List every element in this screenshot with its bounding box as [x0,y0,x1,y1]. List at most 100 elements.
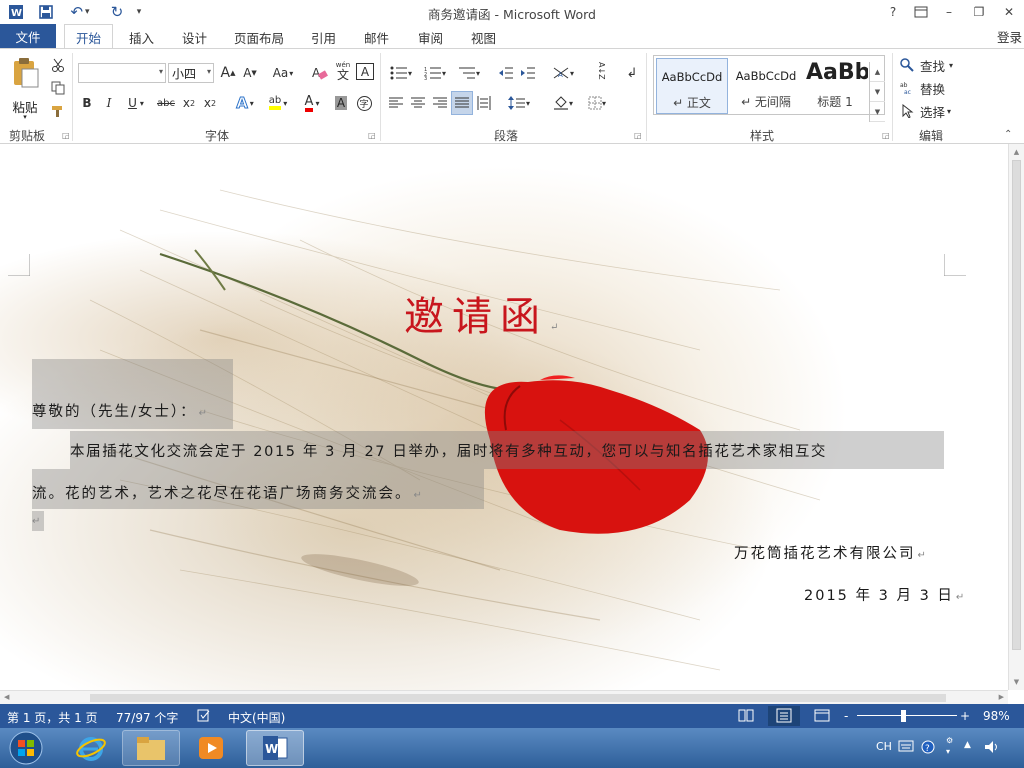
underline-button[interactable]: U ▾ [122,93,150,113]
character-shading-button[interactable]: A [332,93,350,113]
superscript-button[interactable]: x2 [201,93,219,113]
style-no-spacing[interactable]: AaBbCcDd ↵ 无间隔 [730,58,802,114]
copy-button[interactable] [48,78,68,98]
decrease-indent-button[interactable] [496,63,516,83]
zoom-level[interactable]: 98% [983,709,1010,723]
align-left-button[interactable] [386,93,406,113]
increase-indent-button[interactable] [518,63,538,83]
minimize-button[interactable]: – [936,2,962,22]
show-hidden-icons-icon[interactable]: ▲ [964,740,971,750]
distributed-button[interactable] [474,93,494,113]
phonetic-guide-button[interactable]: wén 文 [333,61,353,81]
volume-icon[interactable] [984,740,1000,757]
strikethrough-button[interactable]: abc [154,93,178,113]
zoom-slider[interactable] [857,715,957,716]
grow-font-button[interactable]: A ▲ [218,63,238,83]
scroll-left-icon[interactable]: ◀ [4,693,9,701]
language-indicator[interactable]: 中文(中国) [228,709,285,726]
tab-file[interactable]: 文件 [0,24,56,48]
tab-design[interactable]: 设计 [182,28,207,47]
borders-button[interactable]: ▾ [582,93,612,113]
line-spacing-button[interactable]: ▾ [504,93,534,113]
document-area[interactable]: 邀请函 ↵ 尊敬的（先生/女士）： ↵ 本届插花文化交流会定于 2015 年 3 月… [0,144,1024,704]
word-taskbar-button[interactable]: W [246,730,304,766]
media-player-taskbar-button[interactable] [182,730,240,766]
cut-button[interactable] [48,55,68,75]
highlight-button[interactable]: ab ▾ [262,93,294,113]
text-effects-button[interactable]: A ▾ [230,93,260,113]
styles-launcher-icon[interactable]: ◲ [882,131,890,140]
italic-button[interactable]: I [100,93,118,113]
scroll-right-icon[interactable]: ▶ [999,693,1004,701]
ime-indicator[interactable]: CH [876,740,892,753]
replace-button[interactable]: ab ac 替换 [900,78,964,98]
close-button[interactable]: ✕ [996,2,1022,22]
font-launcher-icon[interactable]: ◲ [368,131,376,140]
tab-insert[interactable]: 插入 [129,28,154,47]
page-count[interactable]: 第 1 页，共 1 页 [7,709,98,726]
web-layout-icon[interactable] [814,709,830,725]
clipboard-launcher-icon[interactable]: ◲ [62,131,70,140]
enclose-characters-button[interactable]: 字 [354,93,374,113]
multilevel-list-button[interactable]: ▾ [454,63,484,83]
font-name-combo[interactable]: ▾ [78,63,166,83]
find-button[interactable]: 查找 ▾ [900,55,964,75]
style-normal[interactable]: AaBbCcDd ↵ 正文 [656,58,728,114]
tab-mailings[interactable]: 邮件 [364,28,389,47]
scroll-down-icon[interactable]: ▼ [1009,678,1024,686]
sign-in-link[interactable]: 登录 [997,27,1022,46]
align-right-button[interactable] [430,93,450,113]
zoom-slider-thumb[interactable] [900,710,906,722]
show-hide-marks-button[interactable]: ↲ [622,63,642,83]
chevron-up-icon[interactable]: ▲ [870,62,885,82]
print-layout-icon[interactable] [768,706,800,726]
ribbon-display-options-icon[interactable] [908,2,934,22]
tab-page-layout[interactable]: 页面布局 [234,28,284,47]
bold-button[interactable]: B [78,93,96,113]
internet-explorer-taskbar-button[interactable] [62,730,120,766]
change-case-button[interactable]: Aa ▾ [268,63,298,83]
vertical-scrollbar[interactable]: ▲ ▼ [1008,144,1024,690]
help-circle-icon[interactable]: ? [921,740,935,757]
chinese-layout-button[interactable]: A ▾ [548,63,578,83]
font-color-button[interactable]: A ▾ [296,93,328,113]
help-button[interactable]: ? [880,2,906,22]
tab-references[interactable]: 引用 [311,28,336,47]
sort-button[interactable]: A↓Z [590,61,612,81]
horizontal-scrollbar[interactable]: ◀ ▶ [0,690,1008,704]
collapse-ribbon-icon[interactable]: ⌃ [1004,129,1012,140]
paste-button[interactable]: 粘贴 ▾ [8,57,42,121]
tab-review[interactable]: 审阅 [418,28,443,47]
zoom-in-button[interactable]: + [960,709,970,723]
shrink-font-button[interactable]: A ▼ [240,63,260,83]
word-count[interactable]: 77/97 个字 [116,709,178,726]
numbering-button[interactable]: 1 2 3 ▾ [420,63,450,83]
scroll-up-icon[interactable]: ▲ [1009,148,1024,156]
font-size-combo[interactable]: 小四 ▾ [168,63,214,83]
styles-more-icon[interactable]: ▼ [870,102,885,122]
zoom-out-button[interactable]: - [844,709,848,723]
character-border-button[interactable]: A [356,63,374,80]
vertical-scroll-thumb[interactable] [1012,160,1021,650]
justify-button[interactable] [451,91,473,115]
read-mode-icon[interactable] [738,709,754,725]
paragraph-launcher-icon[interactable]: ◲ [634,131,642,140]
select-button[interactable]: 选择 ▾ [900,101,964,121]
tab-home[interactable]: 开始 [64,24,113,49]
start-button[interactable] [0,730,52,766]
chevron-down-icon[interactable]: ▼ [870,82,885,102]
format-painter-button[interactable] [48,101,68,121]
bullets-button[interactable]: ▾ [386,63,416,83]
file-explorer-taskbar-button[interactable] [122,730,180,766]
subscript-button[interactable]: x2 [180,93,198,113]
align-center-button[interactable] [408,93,428,113]
restore-button[interactable]: ❐ [966,2,992,22]
tab-view[interactable]: 视图 [471,28,496,47]
clear-formatting-button[interactable]: A [310,63,330,83]
ime-settings-icon[interactable]: ⚙ ▾ [944,734,958,759]
proofing-icon[interactable] [197,709,211,725]
shading-button[interactable]: ▾ [548,93,578,113]
keyboard-icon[interactable] [898,740,914,755]
horizontal-scroll-thumb[interactable] [90,694,946,702]
style-heading-1[interactable]: AaBb 标题 1 [802,58,868,114]
